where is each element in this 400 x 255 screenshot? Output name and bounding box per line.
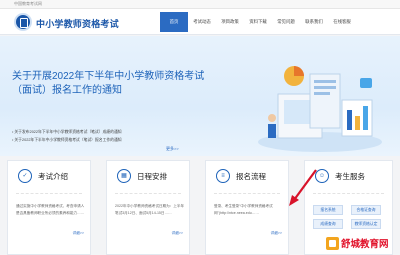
teacher-certification-button[interactable]: 教师资格认定 — [351, 219, 381, 229]
watermark: 舒城教育网 — [326, 234, 398, 252]
card-more-link[interactable]: 详细>> — [271, 231, 282, 236]
card-description: 登录、考生登录“中小学教师资格考试网”(http://ntce.neea.edu… — [214, 204, 273, 215]
nav-online-service[interactable]: 在线客服 — [328, 12, 356, 32]
hero-banner: 关于开展2022年下半年中小学教师资格考试（面试）报名工作的通知 关于发布202… — [0, 36, 400, 156]
banner-illustration — [258, 66, 382, 152]
banner-news-item[interactable]: 关于发布2022年下半年中小学教师资格考试（笔试）成绩的通知 — [12, 128, 121, 136]
banner-headline[interactable]: 关于开展2022年下半年中小学教师资格考试（面试）报名工作的通知 — [12, 70, 212, 98]
card-more-link[interactable]: 详细>> — [172, 231, 183, 236]
nav-contact[interactable]: 联系我们 — [300, 12, 328, 32]
card-title: 考生服务 — [335, 171, 365, 181]
site-logo-icon[interactable] — [14, 13, 32, 31]
top-strip-text: 中国教育考试网 — [14, 1, 42, 6]
card-description: 2022年中小学教师资格考试日期为：上半年笔试3月12日、面试5月14-15日…… — [115, 204, 185, 215]
document-icon: ≡ — [216, 169, 230, 183]
nav-exam-news[interactable]: 考试动态 — [188, 12, 216, 32]
nav-downloads[interactable]: 资料下载 — [244, 12, 272, 32]
card-divider — [115, 193, 181, 194]
banner-more-link[interactable]: 更多>> — [166, 146, 179, 152]
card-header: ✓ 考试介绍 — [8, 161, 90, 191]
certificate-query-button[interactable]: 合格证查询 — [351, 205, 381, 215]
card-title: 考试介绍 — [38, 171, 68, 181]
watermark-text: 舒城教育网 — [341, 239, 389, 250]
nav-policy[interactable]: 项目政策 — [216, 12, 244, 32]
watermark-logo-icon — [326, 236, 339, 250]
card-divider — [16, 193, 82, 194]
card-description: 通过实施中小学教师资格考试，考查申请人是否具备教师职业所必须的素养和能力…… — [16, 204, 85, 215]
banner-news-list: 关于发布2022年下半年中小学教师资格考试（笔试）成绩的通知 关于2022年下半… — [12, 128, 121, 144]
card-title: 报名流程 — [236, 171, 266, 181]
score-query-button[interactable]: 成绩查询 — [313, 219, 343, 229]
card-title: 日程安排 — [137, 171, 167, 181]
card-more-link[interactable]: 详细>> — [73, 231, 84, 236]
card-exam-intro[interactable]: ✓ 考试介绍 通过实施中小学教师资格考试，考查申请人是否具备教师职业所必须的素养… — [7, 160, 91, 255]
checklist-icon: ✓ — [18, 169, 32, 183]
site-header: 中小学教师资格考试 首页 考试动态 项目政策 资料下载 常见问题 联系我们 在线… — [0, 9, 400, 35]
card-header: ▦ 日程安排 — [107, 161, 189, 191]
nav-faq[interactable]: 常见问题 — [272, 12, 300, 32]
card-schedule[interactable]: ▦ 日程安排 2022年中小学教师资格考试日期为：上半年笔试3月12日、面试5月… — [106, 160, 190, 255]
card-registration[interactable]: ≡ 报名流程 登录、考生登录“中小学教师资格考试网”(http://ntce.n… — [205, 160, 289, 255]
card-header: ≡ 报名流程 — [206, 161, 288, 191]
card-divider — [313, 193, 384, 194]
card-divider — [214, 193, 280, 194]
banner-news-item[interactable]: 关于2022年下半年中小学教师资格考试（笔试）报名工作的通知 — [12, 136, 121, 144]
calendar-icon: ▦ — [117, 169, 131, 183]
nav-home[interactable]: 首页 — [160, 12, 188, 32]
site-title[interactable]: 中小学教师资格考试 — [36, 17, 119, 30]
main-nav: 首页 考试动态 项目政策 资料下载 常见问题 联系我们 在线客服 — [160, 12, 356, 32]
top-strip: 中国教育考试网 — [0, 0, 400, 9]
red-arrow-annotation-icon — [289, 169, 317, 206]
